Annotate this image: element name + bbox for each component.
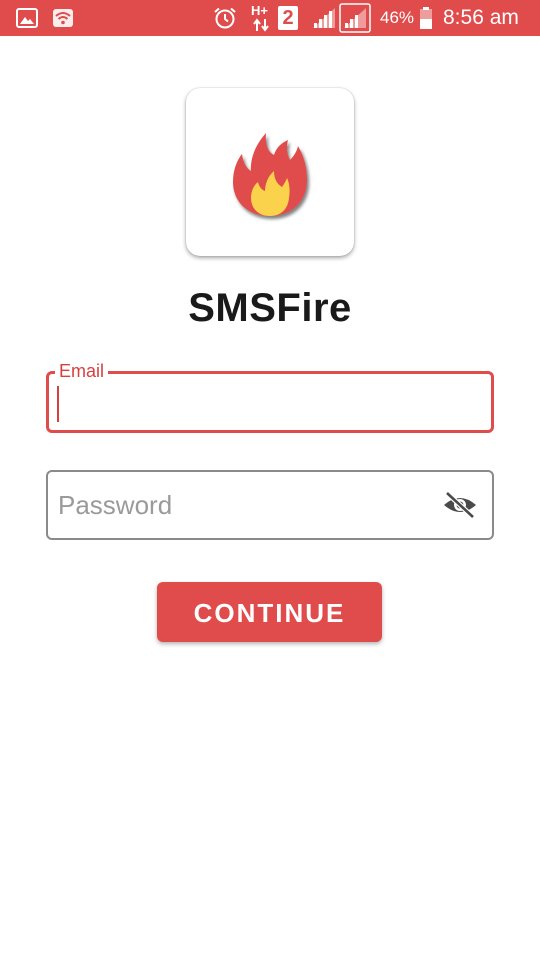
signal-icon — [313, 8, 335, 28]
login-screen: SMSFire Email CONTINUE — [0, 36, 540, 960]
fire-icon — [233, 133, 307, 216]
continue-button[interactable]: CONTINUE — [157, 582, 382, 642]
password-field[interactable] — [46, 470, 494, 540]
clock: 8:56 am — [443, 6, 519, 29]
network-type-label: H+ — [251, 3, 268, 18]
password-input[interactable] — [48, 472, 492, 538]
wifi-icon — [53, 9, 73, 27]
email-field[interactable]: Email — [46, 360, 494, 433]
sim-2-icon: 2 — [278, 6, 298, 30]
data-arrows-icon — [253, 18, 269, 32]
battery-icon — [420, 7, 432, 29]
app-logo — [186, 88, 354, 256]
email-input[interactable] — [49, 374, 491, 430]
battery-percent: 46% — [380, 8, 415, 27]
signal-icon-2 — [339, 3, 371, 33]
eye-off-icon[interactable] — [442, 490, 478, 520]
gallery-icon — [16, 8, 38, 28]
app-title: SMSFire — [188, 286, 352, 330]
alarm-icon — [214, 7, 236, 29]
status-bar: H+ 2 46% 8:56 am — [0, 0, 540, 36]
